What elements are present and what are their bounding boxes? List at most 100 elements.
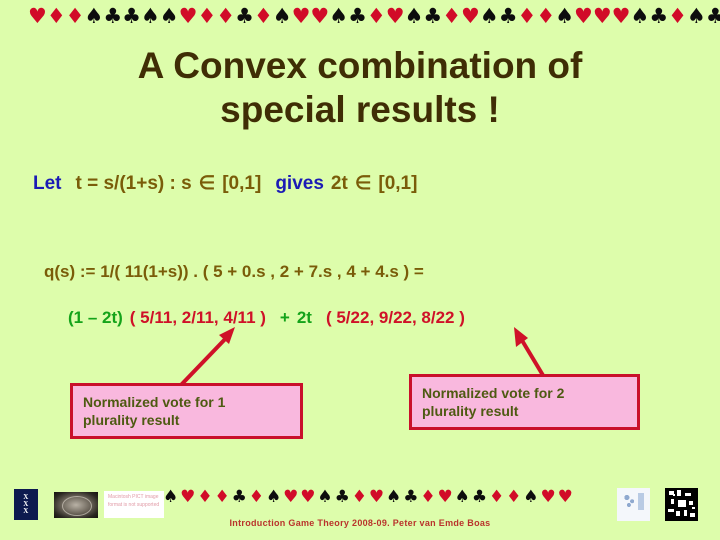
top-suit-diamond-icon: ♦ xyxy=(668,4,687,28)
top-suit-heart-icon: ♥ xyxy=(28,4,47,28)
bottom-suit-heart-icon: ♥ xyxy=(557,487,573,507)
slide-canvas: ♥♦♦♠♣♣♠♠♥♦♦♣♦♠♥♥♠♣♦♥♠♣♦♥♠♣♦♦♠♥♥♥♠♣♦♠♣♣ A… xyxy=(0,0,720,540)
interval-1: [0,1] xyxy=(222,173,262,194)
callout-1-line-1: Normalized vote for 1 xyxy=(83,394,226,410)
top-suit-spade-icon: ♠ xyxy=(140,4,160,28)
top-suit-spade-icon: ♠ xyxy=(479,4,499,28)
keyword-let: Let xyxy=(33,173,62,194)
q-definition-line: q(s) := 1/( 11(1+s)) . ( 5 + 0.s , 2 + 7… xyxy=(44,262,424,281)
plus-operator: + xyxy=(279,308,290,327)
bottom-suit-spade-icon: ♠ xyxy=(523,487,539,507)
let-equation-line: Let t = s/(1+s) : s ∈ [0,1] gives 2t ∈ [0,1] xyxy=(33,172,417,195)
top-suit-club-icon: ♣ xyxy=(649,4,669,28)
top-suit-diamond-icon: ♦ xyxy=(517,4,537,28)
bottom-suit-club-icon: ♣ xyxy=(334,487,350,507)
top-suit-heart-icon: ♥ xyxy=(592,4,612,28)
bottom-suit-diamond-icon: ♦ xyxy=(506,487,522,507)
element-of-icon: ∈ xyxy=(198,173,216,194)
top-suit-heart-icon: ♥ xyxy=(385,4,405,28)
top-suit-spade-icon: ♠ xyxy=(84,4,104,28)
uva-logo-line-3: X xyxy=(23,507,29,516)
bottom-suit-diamond-icon: ♦ xyxy=(214,487,230,507)
top-suit-diamond-icon: ♦ xyxy=(216,4,236,28)
top-suit-heart-icon: ♥ xyxy=(574,4,593,28)
keyword-gives: gives xyxy=(275,173,324,194)
coefficient-2: 2t xyxy=(296,308,312,327)
institute-logo-mark xyxy=(623,493,636,508)
bottom-suit-heart-icon: ♥ xyxy=(180,487,196,507)
top-suit-spade-icon: ♠ xyxy=(555,4,575,28)
bottom-suit-spade-icon: ♠ xyxy=(163,487,179,507)
let-expression-2: 2t xyxy=(330,173,348,194)
top-suit-club-icon: ♣ xyxy=(103,4,123,28)
bottom-suit-heart-icon: ♥ xyxy=(368,487,385,507)
bottom-suit-diamond-icon: ♦ xyxy=(488,487,505,507)
vector-1: ( 5/11, 2/11, 4/11 ) xyxy=(129,308,266,327)
top-suit-spade-icon: ♠ xyxy=(630,4,650,28)
bottom-suit-club-icon: ♣ xyxy=(231,487,247,507)
top-suit-club-icon: ♣ xyxy=(348,4,367,28)
top-suit-decoration: ♥♦♦♠♣♣♠♠♥♦♦♣♦♠♥♥♠♣♦♥♠♣♦♥♠♣♦♦♠♥♥♥♠♣♦♠♣♣ xyxy=(28,4,720,28)
top-suit-spade-icon: ♠ xyxy=(404,4,424,28)
bottom-suit-spade-icon: ♠ xyxy=(454,487,470,507)
bottom-suit-spade-icon: ♠ xyxy=(317,487,333,507)
top-suit-spade-icon: ♠ xyxy=(686,4,706,28)
bottom-suit-club-icon: ♣ xyxy=(403,487,419,507)
bottom-suit-heart-icon: ♥ xyxy=(300,487,316,507)
top-suit-club-icon: ♣ xyxy=(423,4,443,28)
top-suit-diamond-icon: ♦ xyxy=(442,4,462,28)
top-suit-spade-icon: ♠ xyxy=(329,4,349,28)
bottom-suit-diamond-icon: ♦ xyxy=(197,487,213,507)
bottom-suit-diamond-icon: ♦ xyxy=(351,487,367,507)
coefficient-1: (1 – 2t) xyxy=(68,308,123,327)
top-suit-club-icon: ♣ xyxy=(705,4,720,28)
page-title-line-1: A Convex combination of xyxy=(137,45,583,86)
page-title: A Convex combination of special results ! xyxy=(36,44,684,131)
top-suit-diamond-icon: ♦ xyxy=(536,4,556,28)
top-suit-club-icon: ♣ xyxy=(498,4,518,28)
bottom-suit-spade-icon: ♠ xyxy=(386,487,402,507)
bottom-suit-diamond-icon: ♦ xyxy=(420,487,436,507)
top-suit-heart-icon: ♥ xyxy=(461,4,480,28)
callout-2-line-1: Normalized vote for 2 xyxy=(422,385,565,401)
top-suit-heart-icon: ♥ xyxy=(178,4,198,28)
callout-2-arrow-icon xyxy=(514,327,546,379)
bottom-suit-heart-icon: ♥ xyxy=(540,487,556,507)
page-title-line-2: special results ! xyxy=(220,88,500,130)
top-suit-spade-icon: ♠ xyxy=(159,4,179,28)
callout-2-line-2: plurality result xyxy=(422,403,519,420)
top-suit-diamond-icon: ♦ xyxy=(253,4,273,28)
top-suit-diamond-icon: ♦ xyxy=(65,4,85,28)
bottom-suit-diamond-icon: ♦ xyxy=(248,487,265,507)
top-suit-heart-icon: ♥ xyxy=(611,4,631,28)
convex-combination-line: (1 – 2t) ( 5/11, 2/11, 4/11 ) +2t ( 5/22, 9… xyxy=(68,308,465,328)
footer-caption: Introduction Game Theory 2008-09. Peter … xyxy=(229,518,491,528)
broken-image-placeholder: Macintosh PICT image format is not suppo… xyxy=(104,491,164,518)
top-suit-diamond-icon: ♦ xyxy=(366,4,386,28)
top-suit-diamond-icon: ♦ xyxy=(46,4,66,28)
let-expression-1: t = s/(1+s) : s xyxy=(75,173,192,194)
callout-normalized-vote-1: Normalized vote for 1 plurality result xyxy=(70,383,303,439)
vector-2: ( 5/22, 9/22, 8/22 ) xyxy=(325,308,465,327)
interval-2: [0,1] xyxy=(378,173,418,194)
university-seal-image xyxy=(54,492,98,518)
institute-logo-bar xyxy=(638,493,644,510)
top-suit-heart-icon: ♥ xyxy=(310,4,330,28)
element-of-icon-2: ∈ xyxy=(354,173,372,194)
bottom-suit-club-icon: ♣ xyxy=(471,487,488,507)
bottom-suit-decoration: ♠ ♥ ♦ ♦ ♣ ♦ ♠ ♥ ♥ ♠ ♣ ♦ ♥ ♠ ♣ ♦ ♥ ♠ ♣ ♦ ♦ ♠ ♥ ♥ xyxy=(163,489,573,506)
uva-logo-icon: X X X xyxy=(14,489,38,520)
top-suit-club-icon: ♣ xyxy=(235,4,254,28)
bottom-suit-heart-icon: ♥ xyxy=(437,487,453,507)
top-suit-club-icon: ♣ xyxy=(122,4,141,28)
institute-logo-image xyxy=(617,488,650,521)
noise-thumbnail-image xyxy=(665,488,698,521)
top-suit-heart-icon: ♥ xyxy=(291,4,311,28)
top-suit-diamond-icon: ♦ xyxy=(197,4,217,28)
callout-1-line-2: plurality result xyxy=(83,412,180,429)
callout-1-arrow-icon xyxy=(179,327,235,387)
callout-normalized-vote-2: Normalized vote for 2 plurality result xyxy=(409,374,640,430)
bottom-suit-spade-icon: ♠ xyxy=(265,487,282,507)
bottom-suit-heart-icon: ♥ xyxy=(283,487,299,507)
top-suit-spade-icon: ♠ xyxy=(272,4,292,28)
